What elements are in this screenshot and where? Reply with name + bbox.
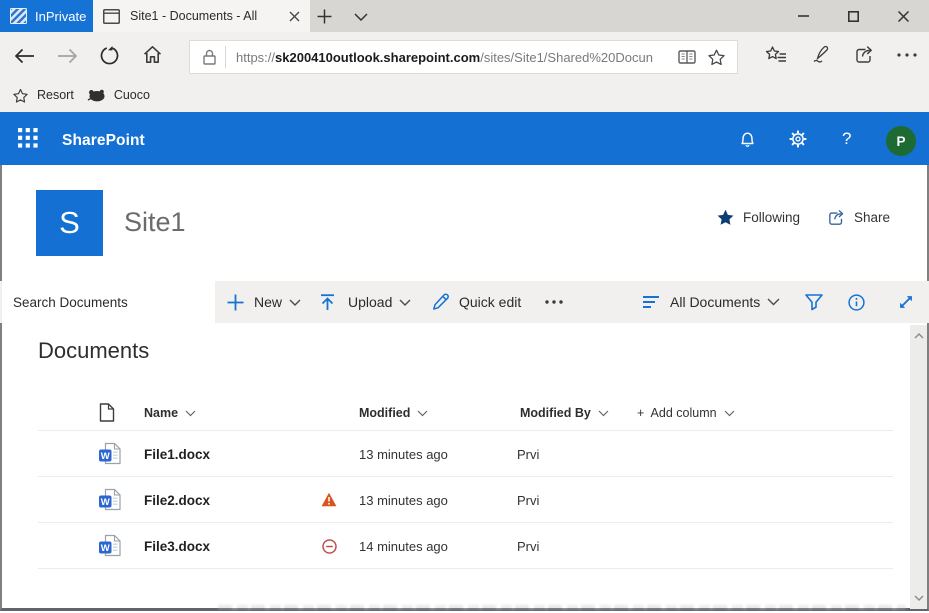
svg-text:W: W (101, 451, 110, 462)
svg-text:W: W (101, 497, 110, 508)
svg-text:W: W (101, 543, 110, 554)
